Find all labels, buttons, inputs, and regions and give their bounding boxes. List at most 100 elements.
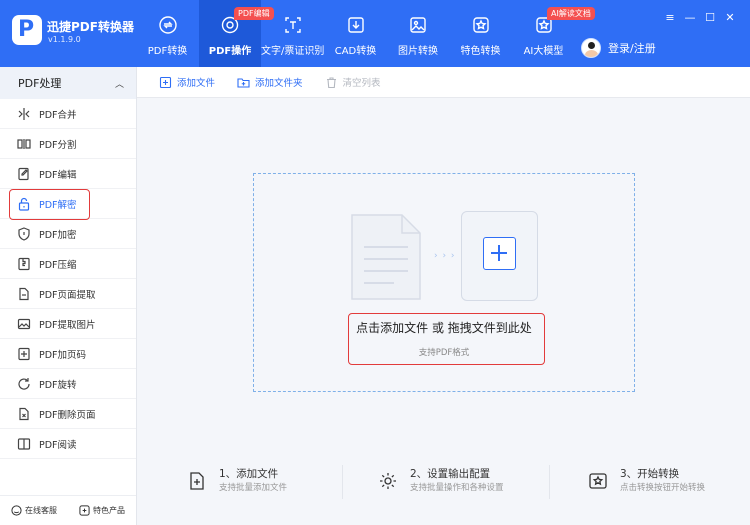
- login-label: 登录/注册: [608, 42, 656, 55]
- sidebar-item-merge[interactable]: PDF合并: [0, 99, 136, 129]
- book-icon: [17, 437, 31, 451]
- sidebar-item-label: PDF压缩: [39, 259, 77, 271]
- nav-label: AI大模型: [523, 46, 564, 57]
- sidebar-item-read[interactable]: PDF阅读: [0, 429, 136, 459]
- chevron-up-icon: ︿: [114, 79, 124, 90]
- scan-icon: [283, 15, 303, 35]
- featured-products-link[interactable]: 特色产品: [79, 505, 125, 516]
- dropzone-title: 点击添加文件 或 拖拽文件到此处: [356, 321, 532, 335]
- divider: [549, 465, 550, 499]
- menu-icon[interactable]: ≡: [660, 10, 680, 24]
- edit-icon: [17, 167, 31, 181]
- nav-pdf-convert[interactable]: PDF转换: [136, 0, 199, 67]
- sidebar-item-label: PDF分割: [39, 139, 77, 151]
- sidebar-item-label: PDF删除页面: [39, 409, 96, 421]
- nav-ocr[interactable]: 文字/票证识别: [261, 0, 324, 67]
- sidebar-item-label: PDF提取图片: [39, 319, 96, 331]
- nav-label: 图片转换: [398, 46, 438, 57]
- step-title: 2、设置输出配置: [410, 468, 491, 480]
- add-folder-icon: [237, 77, 250, 88]
- sidebar-item-split[interactable]: PDF分割: [0, 129, 136, 159]
- step-output-settings: 2、设置输出配置 支持批量操作和各种设置: [378, 467, 504, 495]
- add-file-button[interactable]: 添加文件: [159, 75, 215, 89]
- sidebar-header[interactable]: PDF处理 ︿: [0, 67, 136, 99]
- merge-icon: [17, 107, 31, 121]
- convert-icon: [589, 473, 607, 489]
- sidebar-item-label: PDF编辑: [39, 169, 77, 181]
- page-extract-icon: [17, 287, 31, 301]
- maximize-icon[interactable]: ☐: [700, 10, 720, 24]
- step-desc: 支持批量添加文件: [219, 483, 288, 493]
- nav-label: PDF操作: [208, 46, 252, 57]
- sidebar-item-label: PDF旋转: [39, 379, 77, 391]
- add-folder-button[interactable]: 添加文件夹: [237, 75, 303, 89]
- clear-list-button[interactable]: 清空列表: [325, 75, 381, 89]
- sidebar-item-label: PDF加页码: [39, 349, 87, 361]
- sidebar-item-delete-pages[interactable]: PDF删除页面: [0, 399, 136, 429]
- sidebar-item-page-number[interactable]: PDF加页码: [0, 339, 136, 369]
- file-dropzone[interactable]: › › › 点击添加文件 或 拖拽文件到此处 支持PDF格式: [253, 173, 635, 392]
- file-toolbar: 添加文件 添加文件夹 清空列表: [137, 67, 750, 98]
- minimize-icon[interactable]: —: [680, 10, 700, 24]
- cad-icon: [346, 15, 366, 35]
- nav-ai-model[interactable]: AI解读文档 AI大模型: [512, 0, 595, 67]
- close-icon[interactable]: ✕: [720, 10, 740, 24]
- sidebar-item-label: PDF合并: [39, 109, 77, 121]
- online-support-label: 在线客服: [25, 506, 57, 515]
- online-support-link[interactable]: 在线客服: [11, 505, 57, 516]
- gear-icon: [380, 473, 396, 489]
- sidebar-item-extract-images[interactable]: PDF提取图片: [0, 309, 136, 339]
- sidebar-item-edit[interactable]: PDF编辑: [0, 159, 136, 189]
- sidebar-item-page-extract[interactable]: PDF页面提取: [0, 279, 136, 309]
- shield-icon: [17, 226, 31, 241]
- add-file-label: 添加文件: [177, 78, 216, 89]
- sidebar-item-compress[interactable]: PDF压缩: [0, 249, 136, 279]
- sidebar-item-rotate[interactable]: PDF旋转: [0, 369, 136, 399]
- sidebar: PDF处理 ︿ PDF合并 PDF分割 PDF编辑 PDF解密 PDF加密 PD…: [0, 67, 137, 525]
- trash-icon: [326, 76, 336, 88]
- sidebar-item-label: PDF阅读: [39, 439, 77, 451]
- convert-icon: [158, 15, 178, 35]
- grid-icon: [79, 505, 90, 516]
- compress-icon: [17, 257, 31, 271]
- nav-featured-convert[interactable]: 特色转换: [449, 0, 512, 67]
- dropzone-subtitle: 支持PDF格式: [418, 348, 470, 358]
- delete-page-icon: [17, 407, 31, 421]
- clear-list-label: 清空列表: [342, 78, 381, 89]
- sidebar-item-encrypt[interactable]: PDF加密: [0, 219, 136, 249]
- nav-badge: AI解读文档: [547, 7, 595, 20]
- featured-products-label: 特色产品: [93, 506, 125, 515]
- sidebar-item-decrypt[interactable]: PDF解密: [0, 189, 136, 220]
- nav-label: CAD转换: [334, 46, 377, 57]
- document-illustration: [351, 214, 421, 300]
- step-title: 3、开始转换: [620, 468, 680, 480]
- step-start-convert: 3、开始转换 点击转换按钮开始转换: [588, 467, 705, 495]
- top-bar: P 迅捷PDF转换器 v1.1.9.0 PDF转换 PDF编辑 PDF操作 文字…: [0, 0, 750, 67]
- login-area[interactable]: 登录/注册: [581, 38, 656, 58]
- app-name: 迅捷PDF转换器: [47, 20, 134, 34]
- add-file-icon: [190, 472, 204, 490]
- step-desc: 支持批量操作和各种设置: [410, 483, 504, 493]
- add-card-illustration: [461, 211, 538, 301]
- highlight-box: [9, 189, 90, 220]
- add-folder-label: 添加文件夹: [255, 78, 303, 89]
- app-version: v1.1.9.0: [48, 35, 81, 44]
- nav-image-convert[interactable]: 图片转换: [387, 0, 449, 67]
- main-nav: PDF转换 PDF编辑 PDF操作 文字/票证识别 CAD转换 图片转换 特色转…: [136, 0, 595, 67]
- nav-pdf-operations[interactable]: PDF编辑 PDF操作: [199, 0, 274, 67]
- star-icon: [471, 15, 491, 35]
- page-number-icon: [17, 347, 31, 361]
- split-icon: [17, 137, 31, 151]
- plus-icon: [483, 237, 516, 270]
- main-panel: 添加文件 添加文件夹 清空列表 › › › 点击添加文件 或 拖拽文件到此处 支…: [137, 67, 750, 525]
- window-controls: ≡ — ☐ ✕: [660, 10, 740, 24]
- nav-label: 特色转换: [460, 46, 501, 57]
- rotate-icon: [17, 377, 31, 391]
- nav-label: PDF转换: [147, 46, 188, 57]
- app-logo: P: [12, 15, 42, 45]
- nav-cad-convert[interactable]: CAD转换: [324, 0, 387, 67]
- steps-bar: 1、添加文件 支持批量添加文件 2、设置输出配置 支持批量操作和各种设置 3、开…: [137, 453, 750, 513]
- step-desc: 点击转换按钮开始转换: [620, 483, 706, 493]
- sidebar-footer: 在线客服 特色产品: [0, 495, 136, 525]
- sidebar-item-label: PDF页面提取: [39, 289, 96, 301]
